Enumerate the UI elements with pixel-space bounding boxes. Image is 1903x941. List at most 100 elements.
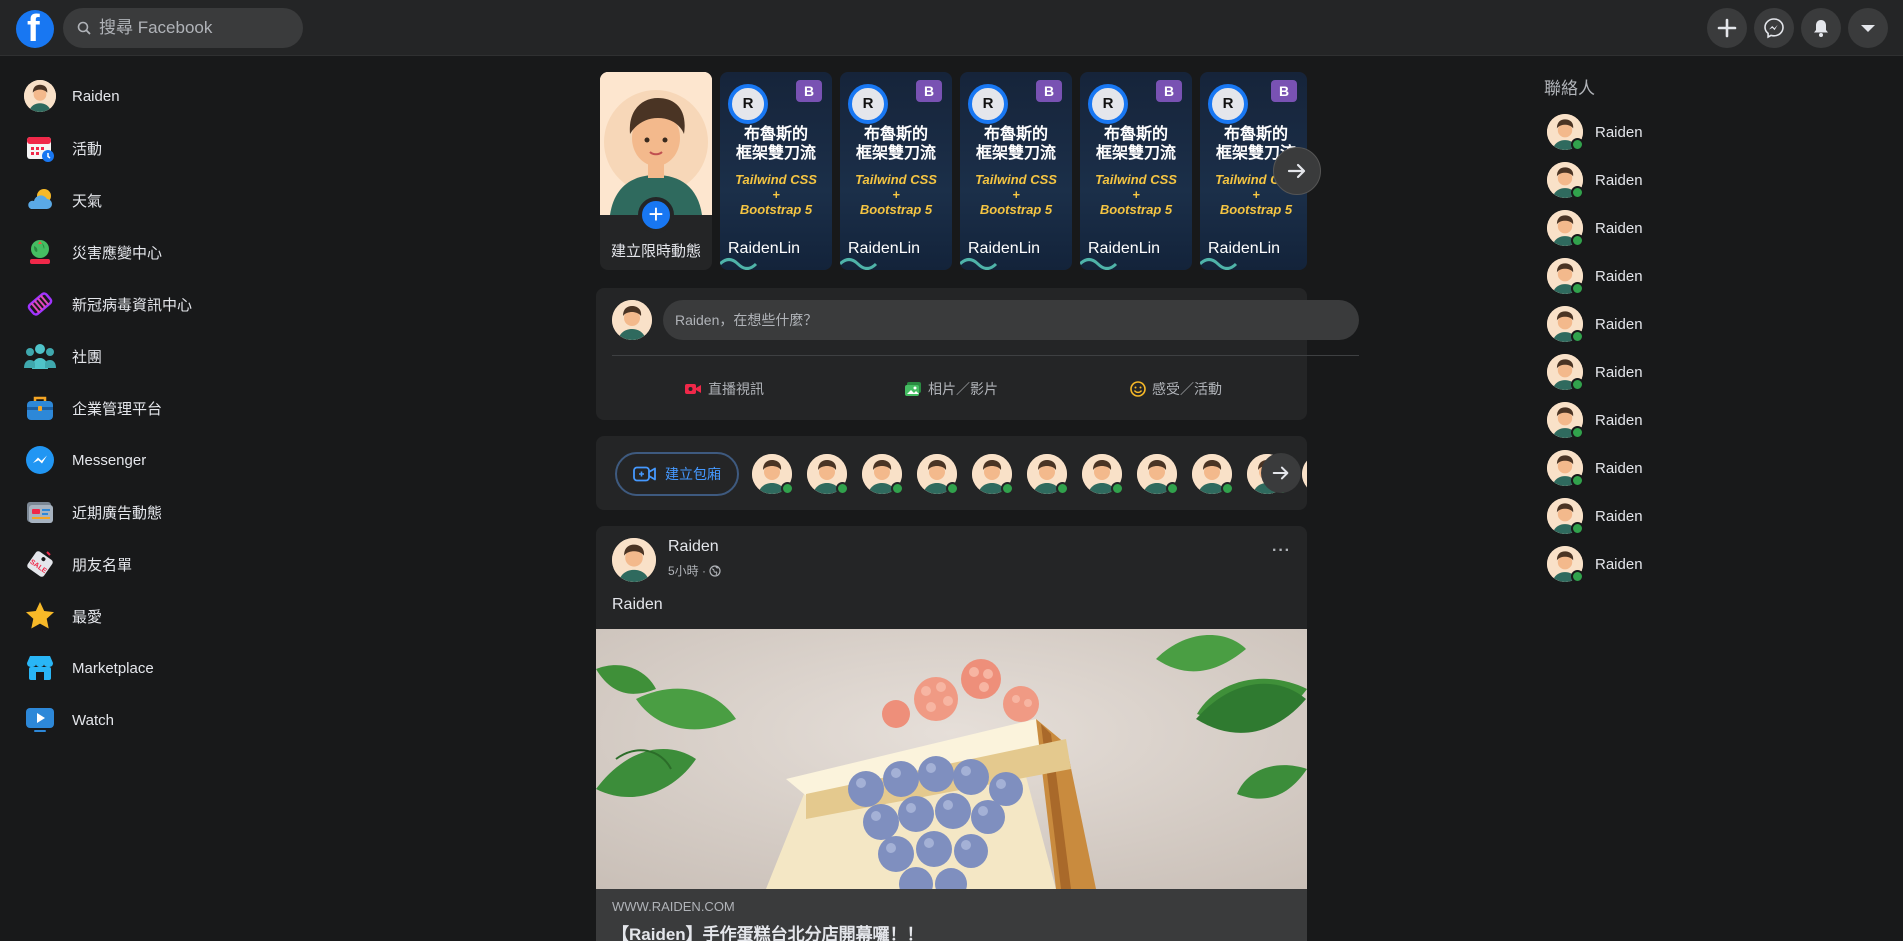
create-button[interactable] bbox=[1707, 8, 1747, 48]
online-status-dot bbox=[1221, 482, 1234, 495]
photo-video-button[interactable]: 相片／影片 bbox=[904, 372, 998, 406]
online-status-dot bbox=[1056, 482, 1069, 495]
messenger-button[interactable] bbox=[1754, 8, 1794, 48]
story-title: 布魯斯的 框架雙刀流 bbox=[966, 124, 1066, 162]
facebook-logo[interactable]: f bbox=[16, 8, 54, 50]
contact-item[interactable]: Raiden bbox=[1544, 494, 1874, 538]
favorites-star-icon bbox=[22, 598, 58, 634]
search-icon bbox=[77, 21, 91, 35]
sidebar-item-label: 新冠病毒資訊中心 bbox=[72, 296, 193, 314]
story-subtitle-line: Tailwind CSS bbox=[1095, 172, 1177, 187]
avatar[interactable] bbox=[612, 538, 656, 582]
room-contact-avatar[interactable] bbox=[1082, 454, 1124, 495]
sidebar-item-events[interactable]: 活動 bbox=[16, 124, 346, 172]
sidebar-item-label: 最愛 bbox=[72, 608, 103, 626]
contact-item[interactable]: Raiden bbox=[1544, 398, 1874, 442]
create-room-label: 建立包廂 bbox=[665, 466, 721, 482]
create-room-button[interactable]: 建立包廂 bbox=[615, 452, 739, 496]
story-card[interactable]: R B 布魯斯的 框架雙刀流 Tailwind CSS + Bootstrap 5 R… bbox=[1080, 72, 1192, 270]
post-timestamp[interactable]: 5小時 bbox=[668, 562, 699, 579]
live-video-button[interactable]: 直播視訊 bbox=[684, 372, 764, 406]
sidebar-item-friend-lists[interactable]: SALE 朋友名單 bbox=[16, 540, 346, 588]
post-image[interactable] bbox=[596, 629, 1307, 889]
whats-on-your-mind-input[interactable]: Raiden，在想些什麼？ bbox=[663, 300, 1359, 340]
room-contact-avatar[interactable] bbox=[862, 454, 904, 495]
story-card[interactable]: R B 布魯斯的 框架雙刀流 Tailwind CSS + Bootstrap 5 R… bbox=[720, 72, 832, 270]
story-avatar: R bbox=[968, 84, 1008, 124]
story-subtitle-line: Bootstrap 5 bbox=[1099, 202, 1173, 217]
story-title-line: 布魯斯的 bbox=[1223, 124, 1288, 143]
story-subtitle-line: + bbox=[892, 187, 900, 202]
sidebar-item-favorites[interactable]: 最愛 bbox=[16, 592, 346, 640]
messenger-icon bbox=[1764, 18, 1784, 39]
story-author: RaidenLin bbox=[1088, 240, 1161, 257]
sidebar-item-label: Watch bbox=[72, 711, 114, 729]
contact-name: Raiden bbox=[1595, 123, 1643, 141]
contact-item[interactable]: Raiden bbox=[1544, 206, 1874, 250]
stories-next-button[interactable] bbox=[1273, 147, 1321, 195]
contact-item[interactable]: Raiden bbox=[1544, 350, 1874, 394]
notifications-button[interactable] bbox=[1801, 8, 1841, 48]
story-subtitle-line: Bootstrap 5 bbox=[979, 202, 1053, 217]
post-more-options-button[interactable]: ··· bbox=[1272, 542, 1291, 560]
sidebar-item-ad-activity[interactable]: 近期廣告動態 bbox=[16, 488, 346, 536]
sidebar-item-crisis-response[interactable]: 災害應變中心 bbox=[16, 228, 346, 276]
online-status-dot bbox=[946, 482, 959, 495]
account-menu-button[interactable] bbox=[1848, 8, 1888, 48]
story-subtitle: Tailwind CSS + Bootstrap 5 bbox=[964, 172, 1068, 217]
contact-item[interactable]: Raiden bbox=[1544, 302, 1874, 346]
room-contact-avatar[interactable] bbox=[972, 454, 1014, 495]
create-story-card[interactable]: + 建立限時動態 bbox=[600, 72, 712, 270]
room-contact-avatar[interactable] bbox=[1137, 454, 1179, 495]
contact-avatar bbox=[1547, 354, 1584, 391]
rooms-next-button[interactable] bbox=[1261, 453, 1301, 493]
story-card[interactable]: R B 布魯斯的 框架雙刀流 Tailwind CSS + Bootstrap 5 R… bbox=[840, 72, 952, 270]
post-composer: Raiden，在想些什麼？ 直播視訊 相片／影片 感受／活動 bbox=[596, 288, 1359, 420]
sidebar-item-messenger[interactable]: Messenger bbox=[16, 436, 346, 484]
room-contact-avatar[interactable] bbox=[917, 454, 959, 495]
live-video-icon bbox=[685, 384, 701, 394]
room-contact-avatar[interactable] bbox=[1192, 454, 1234, 495]
sidebar-item-marketplace[interactable]: Marketplace bbox=[16, 644, 346, 692]
story-author: RaidenLin bbox=[728, 240, 801, 257]
post-author-name[interactable]: Raiden bbox=[668, 538, 719, 556]
sidebar-item-label: 活動 bbox=[72, 140, 103, 158]
contact-item[interactable]: Raiden bbox=[1544, 110, 1874, 154]
add-story-plus-icon[interactable]: + bbox=[638, 197, 674, 233]
contact-avatar bbox=[1547, 114, 1584, 151]
create-story-label: 建立限時動態 bbox=[610, 243, 701, 260]
top-navigation-bar: f bbox=[0, 0, 1903, 56]
online-status-dot bbox=[1571, 474, 1584, 487]
sidebar-item-label: 近期廣告動態 bbox=[72, 504, 163, 522]
ad-activity-icon bbox=[22, 494, 58, 530]
sidebar-item-watch[interactable]: Watch bbox=[16, 696, 346, 744]
sidebar-item-covid-info[interactable]: 新冠病毒資訊中心 bbox=[16, 280, 346, 328]
story-avatar: R bbox=[1208, 84, 1248, 124]
search-input[interactable] bbox=[99, 8, 295, 48]
contact-item[interactable]: Raiden bbox=[1544, 254, 1874, 298]
sidebar-item-business-suite[interactable]: 企業管理平台 bbox=[16, 384, 346, 432]
room-contact-avatar[interactable] bbox=[807, 454, 849, 495]
story-card[interactable]: R B 布魯斯的 框架雙刀流 Tailwind CSS + Bootstrap 5 R… bbox=[960, 72, 1072, 270]
create-icon bbox=[1717, 18, 1737, 38]
sidebar-item-weather[interactable]: 天氣 bbox=[16, 176, 346, 224]
contact-item[interactable]: Raiden bbox=[1544, 446, 1874, 490]
feeling-smiley-icon bbox=[1130, 381, 1146, 397]
contact-name: Raiden bbox=[1595, 411, 1643, 429]
feeling-activity-button[interactable]: 感受／活動 bbox=[1130, 372, 1222, 406]
contact-avatar bbox=[1547, 546, 1584, 583]
sidebar-item-groups[interactable]: 社團 bbox=[16, 332, 346, 380]
link-preview[interactable]: WWW.RAIDEN.COM 【Raiden】手作蛋糕台北分店開幕囉！！ bbox=[596, 889, 1307, 941]
room-contact-avatar[interactable] bbox=[1302, 454, 1307, 494]
room-contact-avatar[interactable] bbox=[1027, 454, 1069, 495]
sidebar-item-profile[interactable]: Raiden bbox=[16, 72, 346, 120]
contact-item[interactable]: Raiden bbox=[1544, 158, 1874, 202]
link-source: WWW.RAIDEN.COM bbox=[612, 899, 735, 914]
story-title: 布魯斯的 框架雙刀流 bbox=[726, 124, 826, 162]
create-story-photo bbox=[600, 72, 712, 215]
sidebar-item-label: 天氣 bbox=[72, 192, 103, 210]
search-box[interactable] bbox=[63, 8, 303, 48]
room-contact-avatar[interactable] bbox=[752, 454, 794, 495]
contact-item[interactable]: Raiden bbox=[1544, 542, 1874, 586]
link-title[interactable]: 【Raiden】手作蛋糕台北分店開幕囉！！ bbox=[612, 920, 924, 941]
